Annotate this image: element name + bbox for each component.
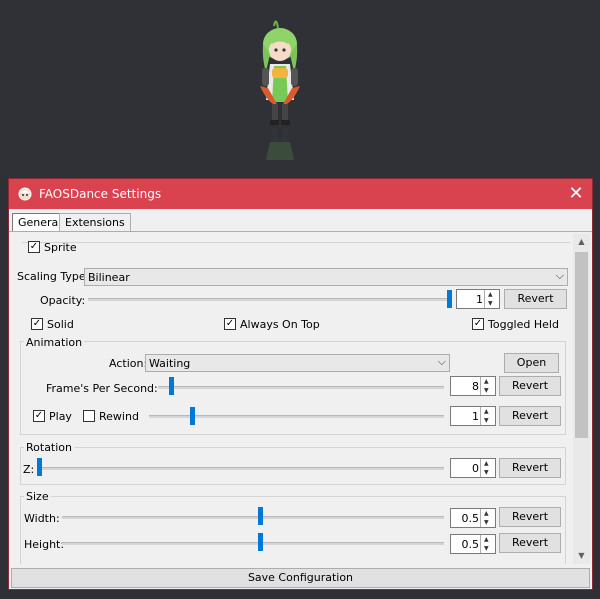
tab-divider — [9, 231, 592, 232]
scaling-type-value: Bilinear — [88, 271, 130, 284]
fps-spinner[interactable]: 8 ▲ ▼ — [450, 376, 496, 396]
z-slider-track[interactable] — [37, 467, 444, 470]
fps-slider-track[interactable] — [158, 386, 444, 389]
rewind-checkbox[interactable] — [83, 410, 95, 422]
scaling-type-label: Scaling Type: — [17, 270, 90, 283]
save-configuration-button[interactable]: Save Configuration — [11, 568, 590, 588]
play-checkbox[interactable]: ✓ — [33, 410, 45, 422]
spin-up-icon[interactable]: ▲ — [484, 408, 489, 415]
spin-up-icon[interactable]: ▲ — [488, 291, 493, 298]
spin-up-icon[interactable]: ▲ — [484, 460, 489, 467]
speed-revert-button[interactable]: Revert — [499, 406, 561, 426]
solid-checkbox[interactable]: ✓ — [31, 318, 43, 330]
rewind-label: Rewind — [99, 410, 139, 423]
spin-down-icon[interactable]: ▼ — [484, 545, 489, 552]
height-revert-button[interactable]: Revert — [499, 533, 561, 553]
height-slider-thumb[interactable] — [258, 533, 264, 551]
toggled-held-label: Toggled Held — [488, 318, 559, 331]
fps-spin-buttons[interactable]: ▲ ▼ — [480, 377, 495, 395]
width-slider-track[interactable] — [62, 516, 444, 519]
height-value: 0.5 — [461, 538, 480, 551]
speed-value: 1 — [472, 410, 479, 423]
z-spinner[interactable]: 0 ▲ ▼ — [450, 458, 496, 478]
speed-slider-thumb[interactable] — [189, 407, 195, 425]
opacity-spinner[interactable]: 1 ▲ ▼ — [456, 289, 500, 309]
chevron-down-icon: ⌵ — [555, 269, 564, 282]
size-title: Size — [24, 490, 51, 503]
width-value: 0.5 — [461, 512, 480, 525]
spin-down-icon[interactable]: ▼ — [484, 387, 489, 394]
height-label: Height: — [24, 538, 65, 551]
action-label: Action: — [109, 357, 148, 370]
width-spinner[interactable]: 0.5 ▲ ▼ — [450, 508, 496, 528]
width-slider-thumb[interactable] — [258, 507, 264, 525]
sprite-group — [22, 242, 570, 268]
sprite-label: Sprite — [44, 241, 77, 254]
always-on-top-label: Always On Top — [240, 318, 320, 331]
opacity-spin-buttons[interactable]: ▲ ▼ — [484, 290, 499, 308]
z-slider-thumb[interactable] — [37, 458, 42, 476]
width-label: Width: — [24, 512, 60, 525]
height-slider-track[interactable] — [62, 542, 444, 545]
action-select[interactable]: Waiting ⌵ — [145, 354, 450, 372]
chevron-down-icon: ⌵ — [437, 355, 446, 368]
fps-value: 8 — [472, 380, 479, 393]
z-label: Z: — [23, 463, 35, 476]
rotation-title: Rotation — [24, 441, 75, 454]
opacity-revert-button[interactable]: Revert — [504, 289, 567, 309]
speed-spin-buttons[interactable]: ▲ ▼ — [480, 407, 495, 425]
always-on-top-checkbox[interactable]: ✓ — [224, 318, 236, 330]
sprite-checkbox[interactable]: ✓ — [28, 241, 40, 253]
height-spin-buttons[interactable]: ▲ ▼ — [480, 535, 495, 553]
title-bar[interactable]: FAOSDance Settings ✕ — [9, 179, 592, 209]
opacity-value: 1 — [476, 293, 483, 306]
vertical-scrollbar[interactable]: ▲ ▼ — [573, 234, 590, 564]
speed-spinner[interactable]: 1 ▲ ▼ — [450, 406, 496, 426]
window-title: FAOSDance Settings — [39, 187, 162, 201]
toggled-held-checkbox[interactable]: ✓ — [472, 318, 484, 330]
play-label: Play — [49, 410, 72, 423]
scrollbar-thumb[interactable] — [575, 252, 588, 438]
fps-slider-thumb[interactable] — [169, 377, 175, 395]
fps-revert-button[interactable]: Revert — [499, 376, 561, 396]
opacity-label: Opacity: — [40, 294, 86, 307]
opacity-slider-thumb[interactable] — [447, 290, 452, 308]
tab-extensions[interactable]: Extensions — [59, 213, 131, 232]
spin-up-icon[interactable]: ▲ — [484, 510, 489, 517]
action-value: Waiting — [149, 357, 191, 370]
scroll-down-icon[interactable]: ▼ — [573, 548, 590, 564]
solid-label: Solid — [47, 318, 74, 331]
height-spinner[interactable]: 0.5 ▲ ▼ — [450, 534, 496, 554]
fps-label: Frame's Per Second: — [46, 382, 158, 395]
opacity-slider-track[interactable] — [88, 298, 452, 301]
general-tab-content: ✓ Sprite Scaling Type: Bilinear ⌵ Opacit… — [12, 234, 573, 564]
scaling-type-select[interactable]: Bilinear ⌵ — [84, 268, 568, 286]
z-value: 0 — [472, 462, 479, 475]
spin-down-icon[interactable]: ▼ — [484, 469, 489, 476]
z-revert-button[interactable]: Revert — [499, 458, 561, 478]
settings-window: FAOSDance Settings ✕ General Extensions … — [8, 178, 593, 590]
spin-down-icon[interactable]: ▼ — [484, 417, 489, 424]
animation-title: Animation — [24, 336, 85, 349]
width-spin-buttons[interactable]: ▲ ▼ — [480, 509, 495, 527]
width-revert-button[interactable]: Revert — [499, 507, 561, 527]
app-icon — [18, 187, 32, 201]
desktop-background — [0, 0, 600, 178]
close-icon[interactable]: ✕ — [565, 184, 587, 204]
spin-up-icon[interactable]: ▲ — [484, 378, 489, 385]
open-button[interactable]: Open — [504, 353, 559, 373]
spin-up-icon[interactable]: ▲ — [484, 536, 489, 543]
dancing-character-sprite[interactable] — [248, 14, 312, 164]
scroll-up-icon[interactable]: ▲ — [573, 234, 590, 250]
spin-down-icon[interactable]: ▼ — [484, 519, 489, 526]
z-spin-buttons[interactable]: ▲ ▼ — [480, 459, 495, 477]
spin-down-icon[interactable]: ▼ — [488, 300, 493, 307]
